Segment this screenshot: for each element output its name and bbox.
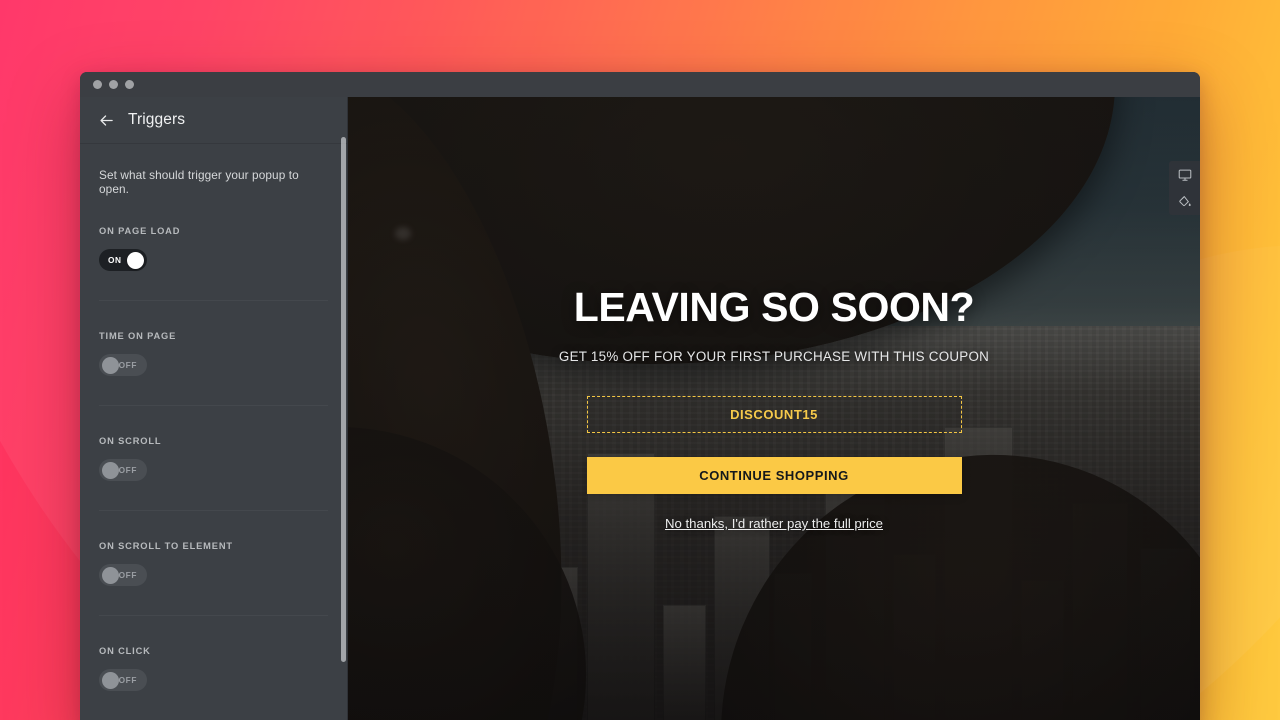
monitor-icon — [1178, 168, 1192, 182]
toggle-knob — [102, 671, 119, 689]
page-title: Triggers — [128, 111, 186, 128]
continue-shopping-button[interactable]: CONTINUE SHOPPING — [586, 457, 962, 494]
window-titlebar — [80, 72, 1200, 97]
sidebar-description: Set what should trigger your popup to op… — [99, 168, 299, 196]
toggle-on-scroll[interactable]: OFF — [99, 459, 147, 481]
preview-toolbar — [1169, 161, 1200, 215]
toggle-on-click[interactable]: OFF — [99, 669, 147, 691]
device-preview-button[interactable] — [1169, 161, 1200, 188]
toggle-on-page-load[interactable]: ON — [99, 249, 147, 271]
popup-subheadline: GET 15% OFF FOR YOUR FIRST PURCHASE WITH… — [558, 349, 990, 364]
triggers-sidebar: Triggers Set what should trigger your po… — [80, 97, 348, 720]
sidebar-scroll-area: Set what should trigger your popup to op… — [80, 144, 347, 720]
popup-preview-pane: LEAVING SO SOON? GET 15% OFF FOR YOUR FI… — [348, 97, 1200, 720]
toggle-state-label: ON — [108, 255, 122, 265]
trigger-label: TIME ON PAGE — [99, 331, 177, 341]
paint-bucket-icon — [1178, 195, 1192, 209]
window-body: Triggers Set what should trigger your po… — [80, 97, 1200, 720]
cta-label: CONTINUE SHOPPING — [699, 468, 849, 483]
background-fill-button[interactable] — [1169, 188, 1200, 215]
coupon-code-text: DISCOUNT15 — [730, 407, 818, 422]
toggle-state-label: OFF — [118, 675, 137, 685]
trigger-row-on-scroll: ON SCROLL OFF — [99, 406, 328, 511]
sidebar-scrollbar-thumb[interactable] — [341, 137, 346, 662]
coupon-code-box[interactable]: DISCOUNT15 — [586, 396, 962, 433]
trigger-label: ON PAGE LOAD — [99, 226, 181, 236]
trigger-label: ON CLICK — [99, 646, 151, 656]
trigger-label: ON SCROLL — [99, 436, 162, 446]
sidebar-scrollbar[interactable] — [340, 97, 347, 720]
maximize-dot[interactable] — [125, 80, 134, 89]
minimize-dot[interactable] — [109, 80, 118, 89]
trigger-label: ON SCROLL TO ELEMENT — [99, 541, 233, 551]
toggle-knob — [102, 566, 119, 584]
app-window: Triggers Set what should trigger your po… — [80, 72, 1200, 720]
toggle-state-label: OFF — [118, 570, 137, 580]
arrow-left-icon[interactable] — [99, 113, 114, 128]
trigger-row-time-on-page: TIME ON PAGE OFF — [99, 301, 328, 406]
popup-creative: LEAVING SO SOON? GET 15% OFF FOR YOUR FI… — [348, 97, 1200, 720]
trigger-row-on-page-load: ON PAGE LOAD ON — [99, 196, 328, 301]
close-dot[interactable] — [93, 80, 102, 89]
toggle-knob — [102, 461, 119, 479]
toggle-knob — [102, 356, 119, 374]
toggle-state-label: OFF — [118, 465, 137, 475]
toggle-time-on-page[interactable]: OFF — [99, 354, 147, 376]
trigger-row-on-scroll-to-element: ON SCROLL TO ELEMENT OFF — [99, 511, 328, 616]
sidebar-header: Triggers — [80, 97, 347, 144]
trigger-row-on-click: ON CLICK OFF — [99, 616, 328, 720]
popup-headline: LEAVING SO SOON? — [573, 284, 975, 330]
toggle-knob — [127, 251, 144, 269]
toggle-on-scroll-to-element[interactable]: OFF — [99, 564, 147, 586]
decline-offer-link[interactable]: No thanks, I'd rather pay the full price — [665, 516, 883, 531]
toggle-state-label: OFF — [118, 360, 137, 370]
